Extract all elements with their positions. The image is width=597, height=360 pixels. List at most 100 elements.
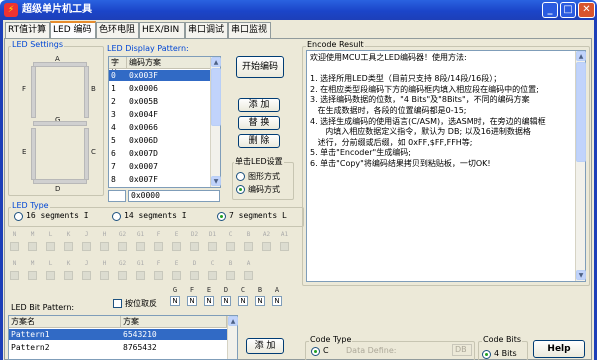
scroll-down-icon[interactable]: ▼ (576, 270, 586, 280)
code-type-c-radio[interactable] (311, 347, 320, 356)
scrollbar[interactable]: ▲ ▼ (210, 57, 221, 187)
scroll-down-icon[interactable]: ▼ (211, 176, 221, 186)
led-type-16-radio[interactable] (14, 212, 23, 221)
table-row[interactable]: 4 0x0066 (109, 122, 211, 133)
bit-input[interactable]: N (187, 296, 197, 306)
segment-g[interactable] (33, 121, 87, 126)
start-encode-button[interactable]: 开始编码 (236, 56, 284, 78)
result-line: 2. 在相应类型段编码下方的编码框内填入相应段在编码中的位置; (310, 84, 539, 94)
invert-bits-checkbox[interactable] (113, 299, 122, 308)
tab-rt-calc[interactable]: RT值计算 (5, 22, 50, 38)
table-row[interactable]: 0 0x003F (109, 70, 211, 81)
pin-label: H (102, 231, 107, 238)
bit-input[interactable]: N (255, 296, 265, 306)
bit-pattern-title: LED Bit Pattern: (10, 303, 76, 313)
column-header[interactable]: 编码方案 (127, 57, 211, 68)
led-settings-title: LED Settings (11, 40, 65, 50)
result-line: 6. 单击"Copy"将编码结果拷贝到粘贴板，一切OK! (310, 158, 491, 168)
table-row[interactable]: 6 0x007D (109, 148, 211, 159)
code-cell: 0x003F (129, 71, 158, 80)
tab-led-encode[interactable]: LED 编码 (50, 21, 96, 39)
add-pattern-button[interactable]: 添 加 (246, 338, 284, 354)
pin-label: K (66, 260, 71, 267)
pattern-name-cell: Pattern2 (11, 343, 50, 352)
segment-f[interactable] (31, 66, 36, 118)
segment-a[interactable] (33, 62, 87, 67)
pin-label: A (246, 260, 251, 267)
display-pattern-list[interactable]: 字符 编码方案 0 0x003F 1 0x0006 2 0x005B 3 0x004F 4 0x0… (108, 56, 221, 188)
scrollbar[interactable]: ▲ ▼ (575, 51, 586, 281)
char-cell: 1 (111, 84, 116, 93)
led-type-7-radio[interactable] (217, 212, 226, 221)
table-row[interactable]: Pattern1 6543210 (9, 329, 227, 340)
tab-color-resistor[interactable]: 色环电阻 (96, 22, 139, 38)
encode-result-textarea[interactable]: 欢迎使用MCU工具之LED编码器！使用方法: 1. 选择所用LED类型（目前只支持… (306, 50, 586, 282)
replace-button[interactable]: 替 换 (238, 116, 280, 130)
led-type-16-label[interactable]: 16 segments I (26, 211, 89, 220)
data-define-input[interactable]: DB (452, 344, 472, 356)
code-bits-4-radio[interactable] (482, 350, 491, 359)
add-button[interactable]: 添 加 (238, 98, 280, 112)
bit-input[interactable]: N (204, 296, 214, 306)
title-bar[interactable]: ⚡ 超级单片机工具 _ □ ✕ (0, 0, 597, 20)
led-type-7-label[interactable]: 7 segments L (229, 211, 287, 220)
help-button[interactable]: Help (533, 340, 585, 358)
scroll-thumb[interactable] (576, 62, 586, 162)
tab-serial-debug[interactable]: 串口调试 (185, 22, 228, 38)
code-type-c-label[interactable]: C (323, 346, 329, 355)
table-row[interactable]: 1 0x0006 (109, 83, 211, 94)
table-row[interactable]: 7 0x0007 (109, 161, 211, 172)
bit-input[interactable]: N (238, 296, 248, 306)
pin-input (82, 271, 91, 280)
graphic-mode-label[interactable]: 图形方式 (248, 171, 280, 182)
segment-f-label: F (22, 85, 27, 93)
code-bits-4-label[interactable]: 4 Bits (494, 349, 517, 358)
display-pattern-title: LED Display Pattern: (106, 44, 190, 54)
segment-d[interactable] (33, 179, 87, 184)
bit-input[interactable]: N (221, 296, 231, 306)
bit-label: B (257, 286, 263, 294)
scroll-up-icon[interactable]: ▲ (576, 51, 586, 61)
bit-input[interactable]: N (272, 296, 282, 306)
led-type-14-radio[interactable] (112, 212, 121, 221)
column-header[interactable]: 方案 (121, 316, 227, 327)
segment-e[interactable] (31, 128, 36, 180)
scroll-up-icon[interactable]: ▲ (211, 57, 221, 67)
segment-c[interactable] (84, 128, 89, 180)
bit-pattern-list[interactable]: 方案名 方案 Pattern1 6543210 Pattern2 8765432 ▲ (8, 315, 238, 360)
scroll-thumb[interactable] (211, 68, 221, 126)
result-line: 述行，分前缀或后缀，如 0xFF,$FF,FFH等; (310, 137, 473, 147)
code-mode-label[interactable]: 编码方式 (248, 184, 280, 195)
table-row[interactable]: 8 0x007F (109, 174, 211, 185)
table-row[interactable]: 3 0x004F (109, 109, 211, 120)
bit-map-7: GNFNENDNCNBNAN (170, 286, 300, 310)
close-button[interactable]: ✕ (578, 2, 595, 18)
delete-button[interactable]: 删 除 (238, 134, 280, 148)
scrollbar[interactable]: ▲ (227, 316, 238, 359)
column-header[interactable]: 方案名 (9, 316, 121, 327)
segment-b[interactable] (84, 66, 89, 118)
table-row[interactable]: 2 0x005B (109, 96, 211, 107)
pin-label: J (84, 260, 89, 267)
pin-input (226, 271, 235, 280)
led-type-14-label[interactable]: 14 segments I (124, 211, 187, 220)
list-body: Pattern1 6543210 Pattern2 8765432 (9, 329, 227, 359)
graphic-mode-radio[interactable] (236, 172, 245, 181)
pin-label: N (12, 231, 17, 238)
pin-input (154, 242, 163, 251)
maximize-button[interactable]: □ (560, 2, 576, 18)
table-row[interactable]: 5 0x006D (109, 135, 211, 146)
bit-input[interactable]: N (170, 296, 180, 306)
pin-label: G2 (118, 260, 127, 267)
code-mode-radio[interactable] (236, 185, 245, 194)
tab-serial-monitor[interactable]: 串口监视 (228, 22, 271, 38)
char-input[interactable] (108, 190, 126, 202)
invert-bits-label[interactable]: 按位取反 (125, 298, 157, 309)
segment-c-label: C (91, 148, 96, 156)
scroll-up-icon[interactable]: ▲ (228, 316, 238, 326)
minimize-button[interactable]: _ (542, 2, 558, 18)
code-input[interactable]: 0x0000 (128, 190, 220, 202)
column-header[interactable]: 字符 (109, 57, 127, 78)
table-row[interactable]: Pattern2 8765432 (9, 342, 227, 353)
tab-hex-bin[interactable]: HEX/BIN (139, 22, 185, 38)
